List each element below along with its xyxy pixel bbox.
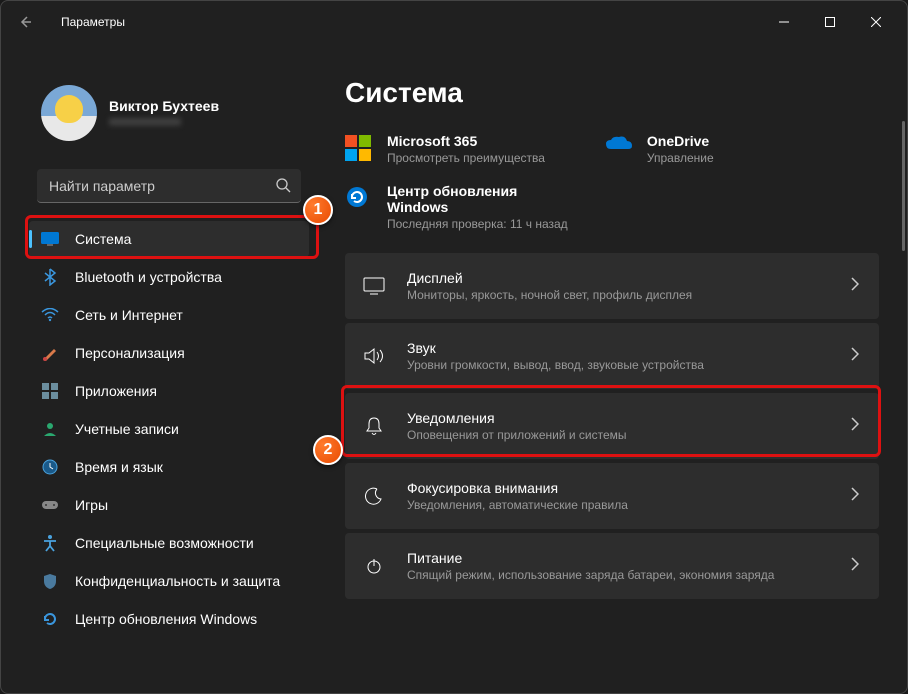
chevron-right-icon <box>851 347 859 366</box>
brush-icon <box>41 344 59 362</box>
onedrive-title: OneDrive <box>647 133 714 149</box>
gamepad-icon <box>41 496 59 514</box>
shield-icon <box>41 572 59 590</box>
display-icon <box>363 277 385 295</box>
minimize-icon <box>779 17 789 27</box>
row-focus[interactable]: Фокусировка внимания Уведомления, автома… <box>345 463 879 529</box>
row-title: Фокусировка внимания <box>407 480 628 496</box>
microsoft-logo-icon <box>345 135 373 163</box>
m365-sub: Просмотреть преимущества <box>387 151 545 165</box>
nav-label: Сеть и Интернет <box>75 307 183 323</box>
row-title: Дисплей <box>407 270 692 286</box>
onedrive-card[interactable]: OneDrive Управление <box>605 133 714 165</box>
nav-personalization[interactable]: Персонализация <box>29 335 309 371</box>
avatar <box>41 85 97 141</box>
row-sub: Уведомления, автоматические правила <box>407 498 628 512</box>
row-notifications[interactable]: Уведомления Оповещения от приложений и с… <box>345 393 879 459</box>
nav-label: Персонализация <box>75 345 185 361</box>
window-title: Параметры <box>61 15 125 29</box>
nav-label: Приложения <box>75 383 157 399</box>
minimize-button[interactable] <box>761 6 807 38</box>
person-icon <box>41 420 59 438</box>
accessibility-icon <box>41 534 59 552</box>
chevron-right-icon <box>851 557 859 576</box>
row-power[interactable]: Питание Спящий режим, использование заря… <box>345 533 879 599</box>
nav-label: Время и язык <box>75 459 163 475</box>
user-name: Виктор Бухтеев <box>109 98 219 114</box>
back-button[interactable] <box>9 6 41 38</box>
nav-label: Центр обновления Windows <box>75 611 257 627</box>
row-sound[interactable]: Звук Уровни громкости, вывод, ввод, звук… <box>345 323 879 389</box>
nav-games[interactable]: Игры <box>29 487 309 523</box>
row-sub: Оповещения от приложений и системы <box>407 428 627 442</box>
maximize-icon <box>825 17 835 27</box>
nav-apps[interactable]: Приложения <box>29 373 309 409</box>
update-refresh-icon <box>345 185 373 213</box>
annotation-badge-2: 2 <box>313 435 343 465</box>
row-sub: Спящий режим, использование заряда батар… <box>407 568 774 582</box>
update-card[interactable]: Центр обновления Windows Последняя прове… <box>345 183 879 231</box>
update-icon <box>41 610 59 628</box>
m365-card[interactable]: Microsoft 365 Просмотреть преимущества <box>345 133 545 165</box>
settings-window: Параметры Виктор Бухтеев xxxxxxxxxxxx <box>0 0 908 694</box>
onedrive-sub: Управление <box>647 151 714 165</box>
power-icon <box>363 557 385 575</box>
scrollbar[interactable] <box>902 121 905 251</box>
nav-label: Конфиденциальность и защита <box>75 573 280 589</box>
nav-time[interactable]: Время и язык <box>29 449 309 485</box>
nav-label: Игры <box>75 497 108 513</box>
apps-icon <box>41 382 59 400</box>
nav-accessibility[interactable]: Специальные возможности <box>29 525 309 561</box>
nav-list: Система Bluetooth и устройства Сеть и Ин… <box>29 221 309 637</box>
bluetooth-icon <box>41 268 59 286</box>
nav-bluetooth[interactable]: Bluetooth и устройства <box>29 259 309 295</box>
row-sub: Мониторы, яркость, ночной свет, профиль … <box>407 288 692 302</box>
chevron-right-icon <box>851 277 859 296</box>
row-title: Питание <box>407 550 774 566</box>
maximize-button[interactable] <box>807 6 853 38</box>
user-block[interactable]: Виктор Бухтеев xxxxxxxxxxxx <box>29 43 309 161</box>
search-input[interactable] <box>37 169 301 203</box>
clock-icon <box>41 458 59 476</box>
row-sub: Уровни громкости, вывод, ввод, звуковые … <box>407 358 704 372</box>
nav-update[interactable]: Центр обновления Windows <box>29 601 309 637</box>
update-title: Центр обновления Windows <box>387 183 547 215</box>
window-controls <box>761 6 899 38</box>
user-email: xxxxxxxxxxxx <box>109 114 219 128</box>
chevron-right-icon <box>851 487 859 506</box>
close-button[interactable] <box>853 6 899 38</box>
sidebar: Виктор Бухтеев xxxxxxxxxxxx Система Blue… <box>1 43 321 693</box>
bell-icon <box>363 416 385 436</box>
nav-label: Учетные записи <box>75 421 179 437</box>
page-title: Система <box>345 77 879 109</box>
titlebar: Параметры <box>1 1 907 43</box>
nav-label: Специальные возможности <box>75 535 254 551</box>
moon-icon <box>363 487 385 505</box>
back-arrow-icon <box>17 14 33 30</box>
nav-label: Система <box>75 231 131 247</box>
settings-list: Дисплей Мониторы, яркость, ночной свет, … <box>345 253 879 599</box>
row-title: Звук <box>407 340 704 356</box>
update-sub: Последняя проверка: 11 ч назад <box>387 217 568 231</box>
sound-icon <box>363 347 385 365</box>
nav-label: Bluetooth и устройства <box>75 269 222 285</box>
nav-accounts[interactable]: Учетные записи <box>29 411 309 447</box>
nav-network[interactable]: Сеть и Интернет <box>29 297 309 333</box>
search-icon <box>275 177 291 198</box>
main-content: Система Microsoft 365 Просмотреть преиму… <box>321 43 907 693</box>
annotation-badge-1: 1 <box>303 195 333 225</box>
onedrive-icon <box>605 135 633 163</box>
row-title: Уведомления <box>407 410 627 426</box>
system-icon <box>41 230 59 248</box>
wifi-icon <box>41 306 59 324</box>
m365-title: Microsoft 365 <box>387 133 545 149</box>
nav-privacy[interactable]: Конфиденциальность и защита <box>29 563 309 599</box>
close-icon <box>871 17 881 27</box>
row-display[interactable]: Дисплей Мониторы, яркость, ночной свет, … <box>345 253 879 319</box>
nav-system[interactable]: Система <box>29 221 309 257</box>
chevron-right-icon <box>851 417 859 436</box>
